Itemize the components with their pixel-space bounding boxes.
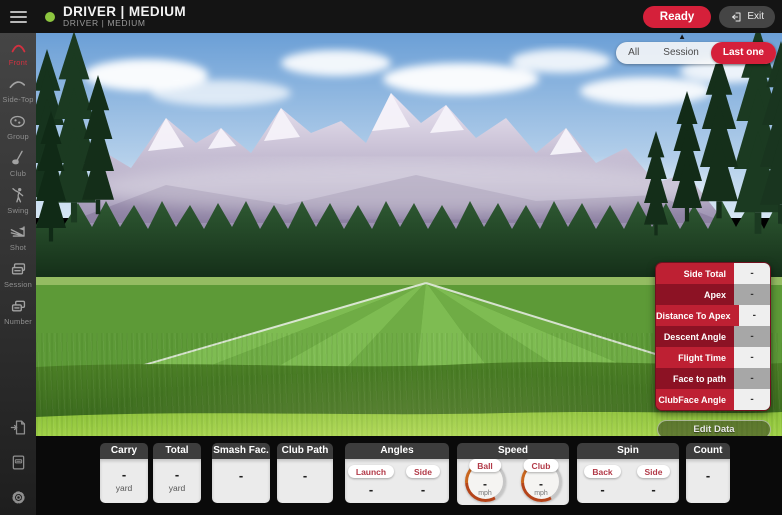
logout-door-icon — [730, 11, 742, 23]
import-data-icon[interactable] — [0, 418, 36, 437]
stat-card-carry: Carry - yard — [100, 443, 148, 503]
stat-value: - — [521, 477, 562, 491]
sub-stat-label: Back — [584, 465, 620, 478]
filter-option-last-one[interactable]: Last one — [711, 42, 776, 64]
shot-data-value: - — [734, 389, 770, 410]
sidebar-item-side-top[interactable]: Side-Top — [2, 75, 33, 104]
stat-card-count: Count - — [686, 443, 730, 503]
shot-group-icon — [8, 112, 27, 131]
shot-data-row: Side Total - — [656, 263, 770, 284]
green-status-dot — [45, 12, 55, 22]
page-subtitle: DRIVER | MEDIUM — [63, 19, 186, 29]
stat-value: - — [465, 477, 506, 491]
shot-data-row: Distance To Apex - — [656, 305, 770, 326]
golfer-swing-icon — [9, 186, 28, 205]
ball-speed-gauge: Ball - mph — [465, 461, 506, 502]
stat-card-title: Count — [686, 443, 730, 459]
shot-data-panel: Side Total - Apex - Distance To Apex - D… — [655, 262, 771, 411]
golf-club-icon — [9, 149, 28, 168]
stat-unit: yard — [116, 483, 133, 493]
filter-option-session[interactable]: Session — [651, 42, 711, 64]
stat-card-title: Total — [153, 443, 201, 459]
stat-unit: mph — [465, 490, 506, 497]
shot-data-value: - — [734, 326, 770, 347]
side-top-trajectory-icon — [8, 75, 27, 94]
shot-trace-flag-icon — [9, 223, 28, 242]
shot-data-value: - — [734, 368, 770, 389]
stat-card-title: Speed — [457, 443, 569, 459]
stat-card-title: Carry — [100, 443, 148, 459]
page-title: DRIVER | MEDIUM — [63, 4, 186, 20]
exit-button-label: Exit — [747, 11, 764, 22]
stat-card-spin: Spin Back - Side - — [577, 443, 679, 503]
stat-card-title: Angles — [345, 443, 449, 459]
sidebar-item-session[interactable]: Session — [4, 260, 32, 289]
shot-data-value: - — [734, 263, 770, 284]
stat-card-title: Smash Fac. — [212, 443, 270, 459]
shot-data-row: Apex - — [656, 284, 770, 305]
hamburger-menu-icon[interactable] — [0, 0, 36, 33]
stat-unit: yard — [169, 483, 186, 493]
stat-value: - — [706, 470, 710, 482]
golf-simulator-app: DRIVER | MEDIUM DRIVER | MEDIUM Ready Ex… — [0, 0, 782, 515]
course-view: ▲ All Session Last one Side Total - Apex… — [36, 33, 782, 443]
stat-card-title: Spin — [577, 443, 679, 459]
sidebar-item-front[interactable]: Front — [9, 38, 28, 67]
shot-data-value: - — [739, 305, 770, 326]
shot-data-value: - — [734, 347, 770, 368]
title-block: DRIVER | MEDIUM DRIVER | MEDIUM — [63, 4, 186, 29]
main-stage: ▲ All Session Last one Side Total - Apex… — [36, 33, 782, 515]
sub-stat-label: Ball — [469, 459, 501, 472]
sidebar-item-club[interactable]: Club — [9, 149, 28, 178]
stat-card-total: Total - yard — [153, 443, 201, 503]
shot-data-row: Descent Angle - — [656, 326, 770, 347]
sidebar-item-number[interactable]: Number — [4, 297, 32, 326]
left-sidebar: Front Side-Top Group Club Swing — [0, 33, 36, 515]
sidebar-item-group[interactable]: Group — [7, 112, 29, 141]
sub-stat-label: Launch — [348, 465, 394, 478]
sub-stat-label: Club — [524, 459, 559, 472]
session-cards-icon — [9, 260, 28, 279]
stat-card-title: Club Path — [277, 443, 333, 459]
stat-value: - — [175, 469, 179, 481]
club-speed-gauge: Club - mph — [521, 461, 562, 502]
top-bar: DRIVER | MEDIUM DRIVER | MEDIUM Ready Ex… — [0, 0, 782, 33]
settings-gear-icon[interactable] — [0, 488, 36, 507]
number-cards-icon — [9, 297, 28, 316]
stat-value: - — [600, 484, 604, 496]
stat-card-smash-factor: Smash Fac. - — [212, 443, 270, 503]
front-trajectory-icon — [9, 38, 28, 57]
filter-option-all[interactable]: All — [616, 42, 651, 64]
shot-data-row: ClubFace Angle - — [656, 389, 770, 410]
shot-data-value: - — [734, 284, 770, 305]
stat-value: - — [303, 470, 307, 482]
stat-value: - — [421, 484, 425, 496]
shot-data-row: Face to path - — [656, 368, 770, 389]
ready-button[interactable]: Ready — [643, 6, 712, 28]
stat-value: - — [122, 469, 126, 481]
stats-bar: Carry - yard Total - yard Smash Fac. - — [36, 436, 782, 515]
stat-card-angles: Angles Launch - Side - — [345, 443, 449, 503]
stat-unit: mph — [521, 490, 562, 497]
stat-value: - — [369, 484, 373, 496]
stat-card-club-path: Club Path - — [277, 443, 333, 503]
collapse-up-arrow-icon[interactable]: ▲ — [678, 33, 686, 41]
shot-data-row: Flight Time - — [656, 347, 770, 368]
sub-stat-label: Side — [406, 465, 440, 478]
stat-card-speed: Speed Ball - mph Club - mph — [457, 443, 569, 505]
sidebar-item-swing[interactable]: Swing — [7, 186, 28, 215]
sidebar-item-shot[interactable]: Shot — [9, 223, 28, 252]
stat-value: - — [239, 470, 243, 482]
shot-filter-bar: ▲ All Session Last one — [616, 42, 776, 64]
stat-value: - — [651, 484, 655, 496]
manual-book-icon[interactable] — [0, 453, 36, 472]
exit-button[interactable]: Exit — [719, 6, 775, 28]
sub-stat-label: Side — [637, 465, 671, 478]
